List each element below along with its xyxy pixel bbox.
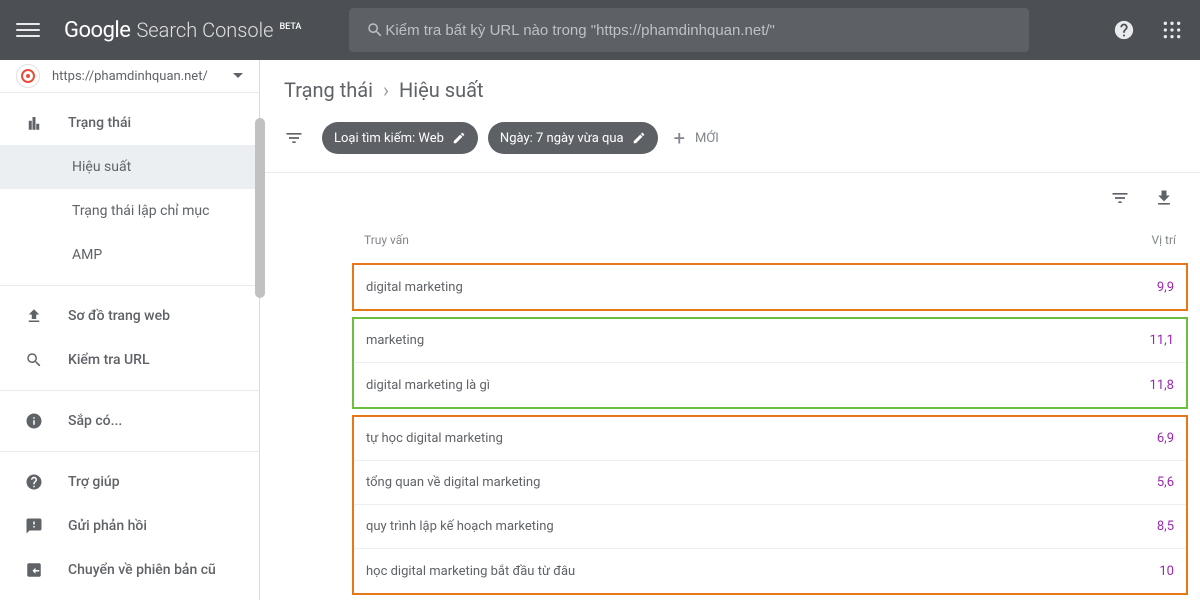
breadcrumb-root[interactable]: Trạng thái <box>284 78 373 102</box>
cell-query: quy trình lập kế hoạch marketing <box>366 519 1114 534</box>
sidebar-item-label: Sơ đồ trang web <box>68 308 170 324</box>
cell-query: digital marketing là gì <box>366 378 1114 393</box>
logo-google: Google <box>64 18 130 43</box>
sidebar-item-help[interactable]: Trợ giúp <box>0 460 259 504</box>
exit-icon <box>24 560 44 580</box>
sidebar-item-label: Trạng thái lập chỉ mục <box>72 203 209 219</box>
cell-position: 11,8 <box>1114 378 1174 393</box>
menu-icon[interactable] <box>16 18 40 42</box>
cell-query: marketing <box>366 333 1114 348</box>
cell-query: digital marketing <box>366 280 1114 295</box>
bar-chart-icon <box>24 113 44 133</box>
column-header-query[interactable]: Truy vấn <box>364 233 1116 247</box>
sidebar-item-switch-version[interactable]: Chuyển về phiên bản cũ <box>0 548 259 592</box>
sidebar-item-url-inspect[interactable]: Kiểm tra URL <box>0 338 259 382</box>
info-icon <box>24 411 44 431</box>
filter-icon[interactable] <box>284 128 304 148</box>
main-content: Trạng thái › Hiệu suất Loại tìm kiếm: We… <box>260 60 1200 600</box>
query-group-3: tự học digital marketing 6,9 tổng quan v… <box>352 415 1188 595</box>
sidebar-item-label: Trợ giúp <box>68 474 120 490</box>
table-row[interactable]: tự học digital marketing 6,9 <box>354 417 1186 461</box>
column-header-position[interactable]: Vị trí <box>1116 233 1176 247</box>
chevron-down-icon <box>233 73 243 79</box>
property-favicon <box>16 64 40 88</box>
filter-bar: Loại tìm kiếm: Web Ngày: 7 ngày vừa qua … <box>260 114 1200 173</box>
help-icon[interactable] <box>1112 18 1136 42</box>
table-row[interactable]: tổng quan về digital marketing 5,6 <box>354 461 1186 505</box>
table-row[interactable]: quy trình lập kế hoạch marketing 8,5 <box>354 505 1186 549</box>
filter-chip-date[interactable]: Ngày: 7 ngày vừa qua <box>488 122 658 154</box>
logo-product: Search Console <box>136 18 273 42</box>
pencil-icon <box>452 131 466 145</box>
sidebar-item-label: Sắp có... <box>68 413 122 429</box>
query-group-1: digital marketing 9,9 <box>352 263 1188 311</box>
sidebar-item-label: Gửi phản hồi <box>68 518 147 534</box>
table-row[interactable]: marketing 11,1 <box>354 319 1186 363</box>
sidebar-item-performance[interactable]: Hiệu suất <box>0 145 259 189</box>
apps-icon[interactable] <box>1160 18 1184 42</box>
filter-chip-searchtype[interactable]: Loại tìm kiếm: Web <box>322 122 478 154</box>
queries-card: Truy vấn Vị trí digital marketing 9,9 ma… <box>340 173 1200 595</box>
sidebar-item-amp[interactable]: AMP <box>0 233 259 277</box>
help-icon <box>24 472 44 492</box>
breadcrumb: Trạng thái › Hiệu suất <box>260 60 1200 114</box>
query-group-2: marketing 11,1 digital marketing là gì 1… <box>352 317 1188 409</box>
search-icon <box>24 350 44 370</box>
sidebar-item-label: Trạng thái <box>68 115 131 131</box>
chevron-right-icon: › <box>383 78 389 102</box>
add-filter-label: MỚI <box>695 131 719 146</box>
chip-label: Loại tìm kiếm: Web <box>334 131 444 146</box>
filter-rows-icon[interactable] <box>1108 186 1132 210</box>
sidebar-scrollbar[interactable] <box>255 118 265 298</box>
cell-position: 6,9 <box>1114 431 1174 446</box>
upload-icon <box>24 306 44 326</box>
chip-label: Ngày: 7 ngày vừa qua <box>500 131 624 146</box>
app-header: Google Search Console BETA <box>0 0 1200 60</box>
logo: Google Search Console BETA <box>64 18 301 43</box>
table-row[interactable]: digital marketing là gì 11,8 <box>354 363 1186 407</box>
sidebar-item-label: AMP <box>72 247 102 263</box>
cell-position: 10 <box>1114 564 1174 579</box>
sidebar-item-sitemap[interactable]: Sơ đồ trang web <box>0 294 259 338</box>
feedback-icon <box>24 516 44 536</box>
sidebar-item-index-status[interactable]: Trạng thái lập chỉ mục <box>0 189 259 233</box>
search-icon <box>365 20 385 40</box>
sidebar-item-label: Hiệu suất <box>72 159 131 175</box>
search-input[interactable] <box>385 22 1013 39</box>
table-row[interactable]: digital marketing 9,9 <box>354 265 1186 309</box>
download-icon[interactable] <box>1152 186 1176 210</box>
search-box[interactable] <box>349 8 1029 52</box>
cell-query: tổng quan về digital marketing <box>366 475 1114 490</box>
cell-position: 9,9 <box>1114 280 1174 295</box>
beta-badge: BETA <box>279 22 301 32</box>
sidebar-item-feedback[interactable]: Gửi phản hồi <box>0 504 259 548</box>
cell-position: 11,1 <box>1114 333 1174 348</box>
add-filter-button[interactable]: + MỚI <box>674 128 719 148</box>
sidebar-item-coming-soon[interactable]: Sắp có... <box>0 399 259 443</box>
breadcrumb-current: Hiệu suất <box>399 78 484 102</box>
sidebar-item-status[interactable]: Trạng thái <box>0 101 259 145</box>
sidebar-item-label: Kiểm tra URL <box>68 352 150 368</box>
table-header: Truy vấn Vị trí <box>340 223 1200 257</box>
cell-position: 8,5 <box>1114 519 1174 534</box>
plus-icon: + <box>674 128 685 148</box>
sidebar: https://phamdinhquan.net/ Trạng thái Hiệ… <box>0 60 260 600</box>
sidebar-item-label: Chuyển về phiên bản cũ <box>68 562 216 578</box>
pencil-icon <box>632 131 646 145</box>
table-row[interactable]: học digital marketing bắt đầu từ đâu 10 <box>354 549 1186 593</box>
property-selector[interactable]: https://phamdinhquan.net/ <box>0 60 259 93</box>
property-url: https://phamdinhquan.net/ <box>52 69 221 84</box>
cell-query: tự học digital marketing <box>366 431 1114 446</box>
cell-position: 5,6 <box>1114 475 1174 490</box>
cell-query: học digital marketing bắt đầu từ đâu <box>366 564 1114 579</box>
